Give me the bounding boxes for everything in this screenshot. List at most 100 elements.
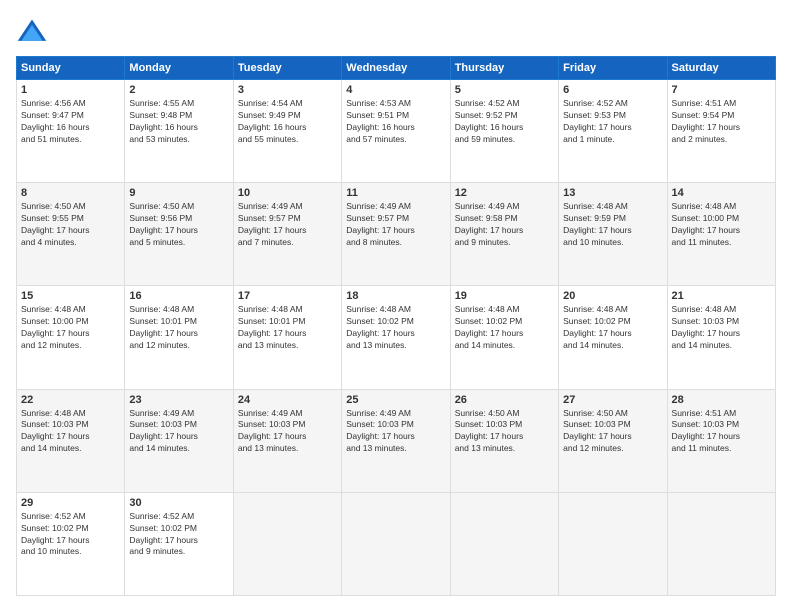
day-number: 28 (672, 394, 771, 406)
header-tuesday: Tuesday (233, 57, 341, 80)
day-info: Sunrise: 4:50 AM Sunset: 9:56 PM Dayligh… (129, 201, 228, 249)
day-number: 10 (238, 187, 337, 199)
day-number: 20 (563, 290, 662, 302)
table-row: 18 Sunrise: 4:48 AM Sunset: 10:02 PM Dayl… (342, 286, 450, 389)
day-number: 22 (21, 394, 120, 406)
day-number: 4 (346, 84, 445, 96)
day-info: Sunrise: 4:52 AM Sunset: 10:02 PM Daylig… (21, 511, 120, 559)
day-number: 11 (346, 187, 445, 199)
calendar-row: 29 Sunrise: 4:52 AM Sunset: 10:02 PM Dayl… (17, 492, 776, 595)
day-number: 25 (346, 394, 445, 406)
day-info: Sunrise: 4:48 AM Sunset: 10:00 PM Daylig… (672, 201, 771, 249)
day-info: Sunrise: 4:48 AM Sunset: 9:59 PM Dayligh… (563, 201, 662, 249)
table-row: 20 Sunrise: 4:48 AM Sunset: 10:02 PM Dayl… (559, 286, 667, 389)
day-number: 6 (563, 84, 662, 96)
day-info: Sunrise: 4:48 AM Sunset: 10:01 PM Daylig… (129, 304, 228, 352)
calendar-row: 1 Sunrise: 4:56 AM Sunset: 9:47 PM Daylig… (17, 80, 776, 183)
header-monday: Monday (125, 57, 233, 80)
logo (16, 16, 52, 48)
day-info: Sunrise: 4:48 AM Sunset: 10:03 PM Daylig… (21, 408, 120, 456)
table-row: 14Sunrise: 4:48 AM Sunset: 10:00 PM Dayl… (667, 183, 775, 286)
day-info: Sunrise: 4:50 AM Sunset: 9:55 PM Dayligh… (21, 201, 120, 249)
day-number: 23 (129, 394, 228, 406)
day-number: 8 (21, 187, 120, 199)
table-row: 22 Sunrise: 4:48 AM Sunset: 10:03 PM Dayl… (17, 389, 125, 492)
header-friday: Friday (559, 57, 667, 80)
table-row: 11 Sunrise: 4:49 AM Sunset: 9:57 PM Dayli… (342, 183, 450, 286)
day-info: Sunrise: 4:48 AM Sunset: 10:01 PM Daylig… (238, 304, 337, 352)
table-row: 8 Sunrise: 4:50 AM Sunset: 9:55 PM Daylig… (17, 183, 125, 286)
day-number: 13 (563, 187, 662, 199)
calendar-row: 15 Sunrise: 4:48 AM Sunset: 10:00 PM Dayl… (17, 286, 776, 389)
table-row: 29 Sunrise: 4:52 AM Sunset: 10:02 PM Dayl… (17, 492, 125, 595)
day-number: 2 (129, 84, 228, 96)
day-info: Sunrise: 4:48 AM Sunset: 10:02 PM Daylig… (346, 304, 445, 352)
day-info: Sunrise: 4:48 AM Sunset: 10:00 PM Daylig… (21, 304, 120, 352)
table-row: 26 Sunrise: 4:50 AM Sunset: 10:03 PM Dayl… (450, 389, 558, 492)
day-number: 7 (672, 84, 771, 96)
day-info: Sunrise: 4:48 AM Sunset: 10:02 PM Daylig… (563, 304, 662, 352)
day-number: 16 (129, 290, 228, 302)
table-row: 23 Sunrise: 4:49 AM Sunset: 10:03 PM Dayl… (125, 389, 233, 492)
table-row: 21 Sunrise: 4:48 AM Sunset: 10:03 PM Dayl… (667, 286, 775, 389)
day-number: 24 (238, 394, 337, 406)
header-thursday: Thursday (450, 57, 558, 80)
table-row: 28 Sunrise: 4:51 AM Sunset: 10:03 PM Dayl… (667, 389, 775, 492)
header (16, 16, 776, 48)
day-info: Sunrise: 4:52 AM Sunset: 9:53 PM Dayligh… (563, 98, 662, 146)
day-number: 27 (563, 394, 662, 406)
day-header-row: Sunday Monday Tuesday Wednesday Thursday… (17, 57, 776, 80)
day-info: Sunrise: 4:49 AM Sunset: 10:03 PM Daylig… (129, 408, 228, 456)
day-info: Sunrise: 4:49 AM Sunset: 9:58 PM Dayligh… (455, 201, 554, 249)
day-info: Sunrise: 4:52 AM Sunset: 10:02 PM Daylig… (129, 511, 228, 559)
day-number: 15 (21, 290, 120, 302)
day-info: Sunrise: 4:51 AM Sunset: 10:03 PM Daylig… (672, 408, 771, 456)
logo-icon (16, 16, 48, 48)
table-row: 13 Sunrise: 4:48 AM Sunset: 9:59 PM Dayli… (559, 183, 667, 286)
table-row (559, 492, 667, 595)
day-number: 5 (455, 84, 554, 96)
table-row: 10 Sunrise: 4:49 AM Sunset: 9:57 PM Dayli… (233, 183, 341, 286)
table-row: 30 Sunrise: 4:52 AM Sunset: 10:02 PM Dayl… (125, 492, 233, 595)
day-info: Sunrise: 4:49 AM Sunset: 9:57 PM Dayligh… (238, 201, 337, 249)
day-number: 18 (346, 290, 445, 302)
table-row: 17Sunrise: 4:48 AM Sunset: 10:01 PM Dayl… (233, 286, 341, 389)
header-saturday: Saturday (667, 57, 775, 80)
day-info: Sunrise: 4:55 AM Sunset: 9:48 PM Dayligh… (129, 98, 228, 146)
day-number: 21 (672, 290, 771, 302)
table-row: 19Sunrise: 4:48 AM Sunset: 10:02 PM Dayl… (450, 286, 558, 389)
day-info: Sunrise: 4:50 AM Sunset: 10:03 PM Daylig… (455, 408, 554, 456)
day-number: 29 (21, 497, 120, 509)
day-info: Sunrise: 4:50 AM Sunset: 10:03 PM Daylig… (563, 408, 662, 456)
day-info: Sunrise: 4:49 AM Sunset: 9:57 PM Dayligh… (346, 201, 445, 249)
table-row: 27 Sunrise: 4:50 AM Sunset: 10:03 PM Dayl… (559, 389, 667, 492)
day-info: Sunrise: 4:54 AM Sunset: 9:49 PM Dayligh… (238, 98, 337, 146)
day-info: Sunrise: 4:48 AM Sunset: 10:03 PM Daylig… (672, 304, 771, 352)
calendar-table: Sunday Monday Tuesday Wednesday Thursday… (16, 56, 776, 596)
day-info: Sunrise: 4:52 AM Sunset: 9:52 PM Dayligh… (455, 98, 554, 146)
table-row: 3 Sunrise: 4:54 AM Sunset: 9:49 PM Daylig… (233, 80, 341, 183)
day-info: Sunrise: 4:49 AM Sunset: 10:03 PM Daylig… (238, 408, 337, 456)
table-row: 1 Sunrise: 4:56 AM Sunset: 9:47 PM Daylig… (17, 80, 125, 183)
day-number: 26 (455, 394, 554, 406)
table-row (342, 492, 450, 595)
header-wednesday: Wednesday (342, 57, 450, 80)
day-number: 1 (21, 84, 120, 96)
day-info: Sunrise: 4:53 AM Sunset: 9:51 PM Dayligh… (346, 98, 445, 146)
table-row: 24 Sunrise: 4:49 AM Sunset: 10:03 PM Dayl… (233, 389, 341, 492)
table-row: 12 Sunrise: 4:49 AM Sunset: 9:58 PM Dayli… (450, 183, 558, 286)
table-row: 15 Sunrise: 4:48 AM Sunset: 10:00 PM Dayl… (17, 286, 125, 389)
day-info: Sunrise: 4:48 AM Sunset: 10:02 PM Daylig… (455, 304, 554, 352)
table-row (233, 492, 341, 595)
table-row: 9Sunrise: 4:50 AM Sunset: 9:56 PM Daylig… (125, 183, 233, 286)
day-number: 3 (238, 84, 337, 96)
table-row: 4 Sunrise: 4:53 AM Sunset: 9:51 PM Daylig… (342, 80, 450, 183)
table-row: 5 Sunrise: 4:52 AM Sunset: 9:52 PM Daylig… (450, 80, 558, 183)
table-row: 25Sunrise: 4:49 AM Sunset: 10:03 PM Dayl… (342, 389, 450, 492)
table-row (667, 492, 775, 595)
table-row: 7Sunrise: 4:51 AM Sunset: 9:54 PM Daylig… (667, 80, 775, 183)
day-number: 30 (129, 497, 228, 509)
day-number: 12 (455, 187, 554, 199)
day-info: Sunrise: 4:56 AM Sunset: 9:47 PM Dayligh… (21, 98, 120, 146)
table-row: 16 Sunrise: 4:48 AM Sunset: 10:01 PM Dayl… (125, 286, 233, 389)
